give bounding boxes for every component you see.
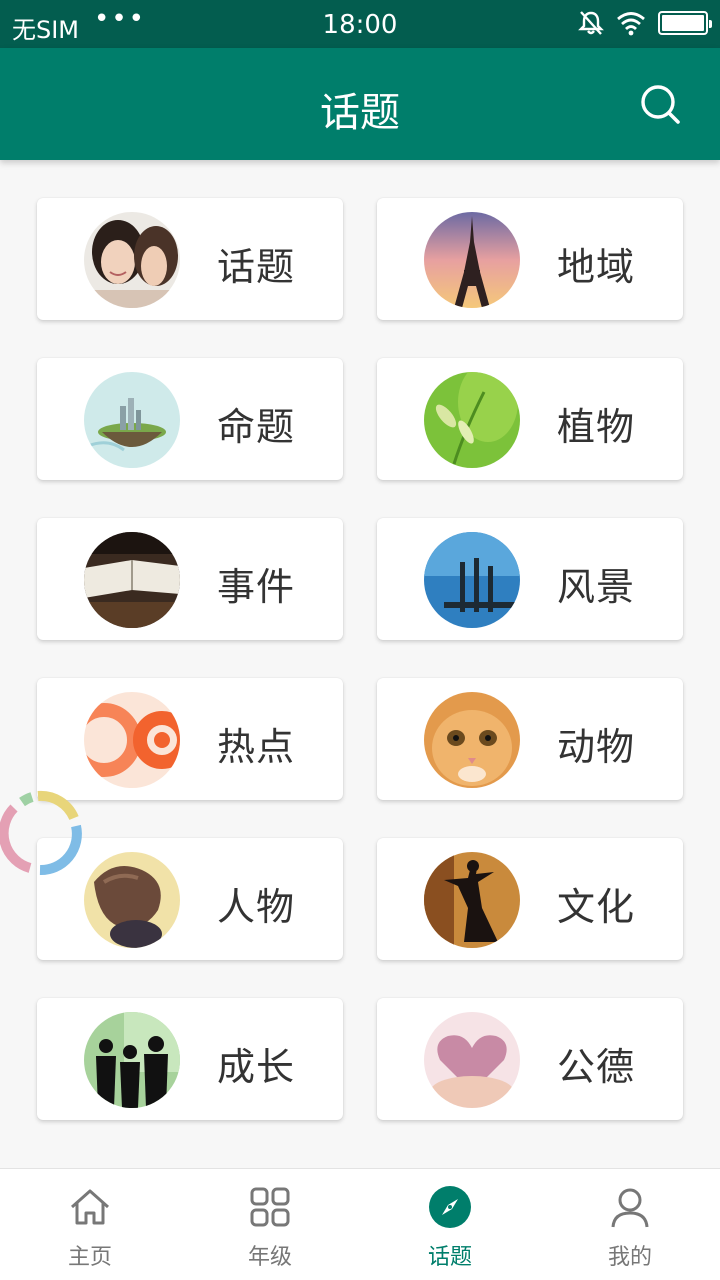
- people-silhouette-photo-icon: [84, 1012, 180, 1108]
- topic-card[interactable]: 公德: [377, 998, 683, 1120]
- topic-card[interactable]: 植物: [377, 358, 683, 480]
- home-icon: [71, 1189, 109, 1225]
- topic-label: 人物: [217, 885, 296, 929]
- nav-item-grade[interactable]: 年级: [180, 1169, 360, 1280]
- grass-photo-icon: [424, 372, 520, 468]
- person-icon: [611, 1188, 649, 1228]
- topic-card[interactable]: 事件: [37, 518, 343, 640]
- app-bar: 话题: [0, 48, 720, 160]
- nav-item-home[interactable]: 主页: [0, 1169, 180, 1280]
- status-icons: [578, 10, 712, 36]
- nav-label: 主页: [67, 1245, 112, 1270]
- battery-icon: [658, 11, 712, 35]
- nav-item-topic[interactable]: 话题: [360, 1169, 540, 1280]
- eiffel-tower-photo-icon: [424, 212, 520, 308]
- wifi-icon: [617, 12, 645, 36]
- topic-label: 话题: [217, 245, 296, 289]
- topic-card[interactable]: 命题: [37, 358, 343, 480]
- status-bar: 无SIM ••• 18:00: [0, 0, 720, 48]
- topic-label: 文化: [557, 885, 636, 929]
- kitten-photo-icon: [424, 692, 520, 788]
- topic-grid: 话题 地域 命题 植物 事件 风景 热点 动物 人物 文化 成长 公德: [37, 198, 683, 1120]
- nav-label: 年级: [247, 1245, 292, 1270]
- loading-ring-icon: [0, 790, 82, 876]
- grid-icon: [250, 1187, 290, 1227]
- topic-label: 风景: [557, 565, 636, 609]
- topic-card[interactable]: 话题: [37, 198, 343, 320]
- topic-label: 事件: [217, 565, 296, 609]
- topic-card[interactable]: 风景: [377, 518, 683, 640]
- pier-sea-photo-icon: [424, 532, 520, 628]
- topic-label: 植物: [557, 405, 636, 449]
- bottom-nav: 主页 年级 话题 我的: [0, 1168, 720, 1280]
- topic-card[interactable]: 地域: [377, 198, 683, 320]
- nav-item-mine[interactable]: 我的: [540, 1169, 720, 1280]
- orange-rings-photo-icon: [84, 692, 180, 788]
- page-title: 话题: [320, 90, 400, 136]
- heart-hands-photo-icon: [424, 1012, 520, 1108]
- topic-card[interactable]: 文化: [377, 838, 683, 960]
- nav-label: 话题: [427, 1245, 472, 1270]
- two-women-photo-icon: [84, 212, 180, 308]
- topic-card[interactable]: 动物: [377, 678, 683, 800]
- search-icon[interactable]: [638, 82, 682, 126]
- topic-card[interactable]: 成长: [37, 998, 343, 1120]
- dancer-silhouette-photo-icon: [424, 852, 520, 948]
- girl-hair-photo-icon: [84, 852, 180, 948]
- topic-label: 成长: [217, 1045, 296, 1089]
- topic-label: 公德: [557, 1045, 636, 1089]
- open-book-photo-icon: [84, 532, 180, 628]
- topic-label: 地域: [557, 245, 636, 289]
- topic-label: 热点: [217, 725, 296, 769]
- topic-label: 动物: [557, 725, 636, 769]
- topic-label: 命题: [217, 405, 296, 449]
- nav-label: 我的: [607, 1245, 652, 1270]
- compass-icon: [429, 1186, 471, 1228]
- mute-bell-icon: [578, 11, 604, 35]
- topic-card[interactable]: 热点: [37, 678, 343, 800]
- floating-island-photo-icon: [84, 372, 180, 468]
